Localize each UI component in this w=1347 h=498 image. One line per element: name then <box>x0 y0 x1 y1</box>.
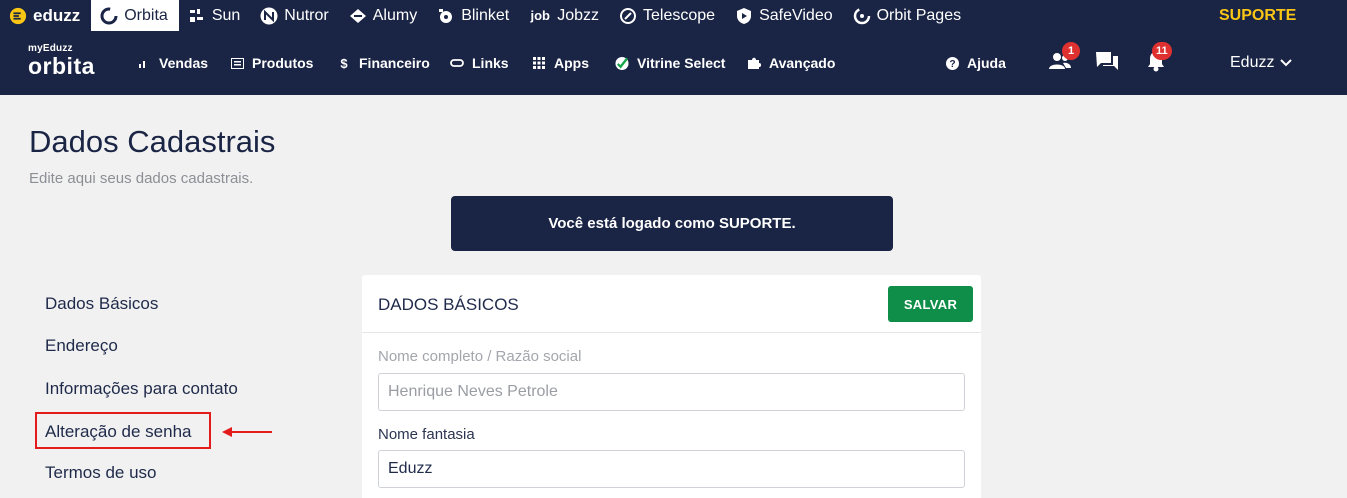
sun-icon <box>188 7 206 25</box>
nav-label: Vitrine Select <box>637 55 726 71</box>
chevron-down-icon <box>1280 59 1293 67</box>
product-safevideo[interactable]: SafeVideo <box>726 0 844 31</box>
page-title: Dados Cadastrais <box>29 124 276 159</box>
nav-label: Links <box>472 55 509 71</box>
product-eduzz[interactable]: eduzz <box>0 0 91 31</box>
notifications-badge: 11 <box>1152 42 1172 60</box>
product-label: Blinket <box>461 6 510 24</box>
user-name: Eduzz <box>1230 54 1275 71</box>
full-name-label: Nome completo / Razão social <box>378 348 582 365</box>
product-alumy[interactable]: Alumy <box>340 0 428 31</box>
side-menu-dados-basicos[interactable]: Dados Básicos <box>45 294 158 314</box>
full-name-field[interactable] <box>378 373 965 411</box>
user-menu[interactable]: Eduzz <box>1230 31 1293 95</box>
product-nutror[interactable]: Nutror <box>251 0 339 31</box>
users-button[interactable]: 1 <box>1048 42 1080 75</box>
product-telescope[interactable]: Telescope <box>610 0 726 31</box>
users-badge: 1 <box>1062 42 1080 60</box>
bar-chart-icon <box>137 56 151 70</box>
orbita-logo[interactable]: myEduzz orbita <box>28 43 95 78</box>
grid-icon <box>532 56 546 70</box>
main-nav: myEduzz orbita Vendas Produtos $ Finance… <box>0 31 1347 95</box>
chat-icon <box>1095 50 1119 77</box>
list-icon <box>230 56 244 70</box>
side-menu-endereco[interactable]: Endereço <box>45 336 118 356</box>
safevideo-icon <box>735 7 753 25</box>
product-orbit-pages[interactable]: Orbit Pages <box>844 0 972 31</box>
product-label: SafeVideo <box>759 6 833 24</box>
support-label[interactable]: SUPORTE <box>1219 0 1296 31</box>
product-label: Orbita <box>124 6 168 24</box>
product-label: Sun <box>211 6 241 24</box>
fantasy-name-field[interactable] <box>378 450 965 488</box>
highlight-box <box>35 412 211 449</box>
product-label: Orbit Pages <box>876 6 962 24</box>
logo-big-text: orbita <box>28 53 95 79</box>
product-bar: eduzz Orbita Sun Nutror Alumy Blinket jo… <box>0 0 1347 31</box>
product-label: Nutror <box>284 6 329 24</box>
chat-button[interactable] <box>1095 51 1119 75</box>
product-orbita[interactable]: Orbita <box>91 0 179 31</box>
dollar-icon: $ <box>340 55 348 71</box>
blinket-icon <box>437 7 455 25</box>
nav-produtos[interactable]: Produtos <box>230 31 313 95</box>
orbit-pages-icon <box>853 7 871 25</box>
side-menu-termos[interactable]: Termos de uso <box>45 463 157 483</box>
check-badge-icon <box>615 56 629 70</box>
nav-label: Financeiro <box>359 55 430 71</box>
nav-help[interactable]: ? Ajuda <box>945 31 1006 95</box>
side-menu-contato[interactable]: Informações para contato <box>45 379 238 399</box>
telescope-icon <box>619 7 637 25</box>
eduzz-logo-icon <box>9 7 27 25</box>
nav-apps[interactable]: Apps <box>532 31 589 95</box>
nav-avancado[interactable]: Avançado <box>747 31 835 95</box>
help-icon: ? <box>945 56 959 70</box>
link-icon <box>450 56 464 70</box>
nutror-icon <box>260 7 278 25</box>
jobzz-icon: job <box>530 8 550 23</box>
nav-label: Apps <box>554 55 589 71</box>
nav-label: Ajuda <box>967 55 1006 71</box>
save-button[interactable]: SALVAR <box>888 286 973 322</box>
card-header: DADOS BÁSICOS SALVAR <box>362 275 981 333</box>
card-title: DADOS BÁSICOS <box>378 295 519 314</box>
svg-text:?: ? <box>949 59 955 70</box>
nav-vendas[interactable]: Vendas <box>137 31 208 95</box>
alumy-icon <box>349 7 367 25</box>
notifications-button[interactable]: 11 <box>1144 42 1172 75</box>
nav-vitrine-select[interactable]: Vitrine Select <box>615 31 725 95</box>
page-subtitle: Edite aqui seus dados cadastrais. <box>29 170 254 187</box>
product-label: Telescope <box>643 6 716 24</box>
basic-data-card: DADOS BÁSICOS SALVAR Nome completo / Raz… <box>362 275 981 498</box>
product-blinket[interactable]: Blinket <box>428 0 520 31</box>
support-login-alert: Você está logado como SUPORTE. <box>451 196 893 251</box>
nav-links[interactable]: Links <box>450 31 509 95</box>
product-jobzz[interactable]: job Jobzz <box>520 0 610 31</box>
nav-label: Avançado <box>769 55 836 71</box>
puzzle-icon <box>747 56 761 70</box>
product-label: Alumy <box>372 6 418 24</box>
fantasy-name-label: Nome fantasia <box>378 426 475 443</box>
product-label: Jobzz <box>557 6 600 24</box>
product-sun[interactable]: Sun <box>179 0 251 31</box>
orbita-icon <box>100 7 118 25</box>
nav-label: Produtos <box>252 55 314 71</box>
product-label: eduzz <box>33 5 81 25</box>
nav-financeiro[interactable]: $ Financeiro <box>337 31 430 95</box>
arrow-left-icon <box>222 425 272 443</box>
nav-label: Vendas <box>159 55 209 71</box>
